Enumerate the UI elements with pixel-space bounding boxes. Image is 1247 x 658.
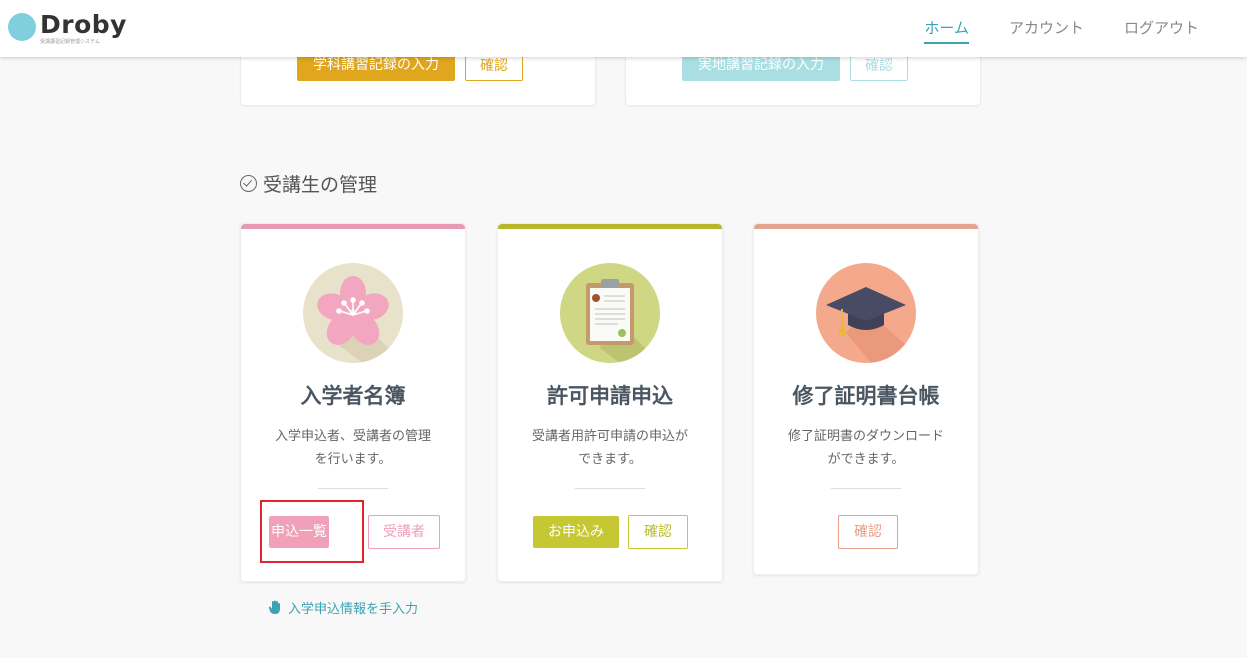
logo[interactable]: Droby 受講講習記録管理システム <box>8 10 128 45</box>
graduation-cap-icon <box>816 263 916 363</box>
nav-account[interactable]: アカウント <box>1009 17 1084 44</box>
section-title: 受講生の管理 <box>240 170 377 197</box>
card-accent-bar <box>498 224 722 229</box>
manual-entry-link-label: 入学申込情報を手入力 <box>288 602 419 617</box>
card-description-line: できます。 <box>578 452 642 467</box>
card-description-line: 受講者用許可申請の申込が <box>531 429 688 444</box>
trainees-button[interactable]: 受講者 <box>368 515 440 549</box>
logo-text: Droby <box>40 10 127 39</box>
certificate-confirm-button[interactable]: 確認 <box>838 515 898 549</box>
apply-button[interactable]: お申込み <box>533 516 619 548</box>
divider <box>318 488 388 489</box>
divider <box>575 488 645 489</box>
logo-circle-icon <box>8 13 36 41</box>
check-circle-icon <box>240 175 257 192</box>
card-title: 入学者名簿 <box>300 384 406 408</box>
card-title: 許可申請申込 <box>547 384 673 408</box>
card-description-line: を行います。 <box>314 452 392 467</box>
card-permit-application: 許可申請申込 受講者用許可申請の申込が できます。 お申込み 確認 <box>497 223 723 582</box>
card-accent-bar <box>241 224 465 229</box>
hand-pointer-icon <box>268 600 280 614</box>
section-title-text: 受講生の管理 <box>263 174 378 196</box>
highlight-box <box>260 500 364 563</box>
card-certificate-ledger: 修了証明書台帳 修了証明書のダウンロード ができます。 確認 <box>753 223 979 575</box>
top-header: Droby 受講講習記録管理システム ホーム アカウント ログアウト <box>0 0 1247 57</box>
card-description: 受講者用許可申請の申込が できます。 <box>508 425 712 471</box>
logo-subtitle: 受講講習記録管理システム <box>40 39 100 45</box>
divider <box>831 488 901 489</box>
clipboard-icon <box>560 263 660 363</box>
sakura-icon <box>303 263 403 363</box>
nav-home[interactable]: ホーム <box>924 17 969 44</box>
card-title: 修了証明書台帳 <box>792 384 940 408</box>
card-description-line: 修了証明書のダウンロード <box>787 429 944 444</box>
card-description: 入学申込者、受講者の管理 を行います。 <box>251 425 455 471</box>
card-accent-bar <box>754 224 978 229</box>
card-description-line: ができます。 <box>827 452 905 467</box>
manual-entry-link[interactable]: 入学申込情報を手入力 <box>268 598 418 617</box>
nav-logout[interactable]: ログアウト <box>1124 17 1199 44</box>
card-description: 修了証明書のダウンロード ができます。 <box>764 425 968 471</box>
main-nav: ホーム アカウント ログアウト <box>924 17 1199 44</box>
card-description-line: 入学申込者、受講者の管理 <box>274 429 431 444</box>
permit-confirm-button[interactable]: 確認 <box>628 515 688 549</box>
